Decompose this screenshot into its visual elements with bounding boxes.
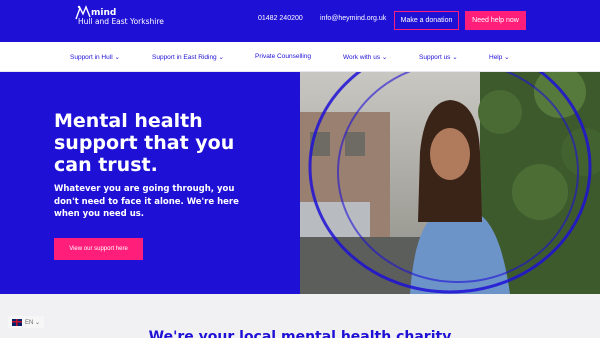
hero-panel: Mental health support that you can trust… <box>0 72 300 294</box>
hero-text: Whatever you are going through, you don'… <box>54 184 239 219</box>
email-link[interactable]: info@heymind.org.uk <box>320 15 386 22</box>
language-selector[interactable]: EN ⌄ <box>8 316 45 328</box>
language-label: EN ⌄ <box>25 319 41 326</box>
nav-support-us[interactable]: Support us ⌄ <box>419 53 458 61</box>
logo-subtitle: Hull and East Yorkshire <box>78 17 164 26</box>
nav-work-with-us[interactable]: Work with us ⌄ <box>343 53 387 61</box>
hero-photo <box>300 72 600 294</box>
view-support-button[interactable]: View our support here <box>54 238 143 260</box>
nav-private-counselling[interactable]: Private Counselling <box>255 53 311 60</box>
intro-heading: We're your local mental health charity <box>148 329 452 338</box>
uk-flag-icon <box>12 318 22 326</box>
top-header: mind Hull and East Yorkshire 01482 24020… <box>0 0 600 42</box>
nav-support-hull[interactable]: Support in Hull ⌄ <box>70 53 120 61</box>
donate-button[interactable]: Make a donation <box>394 11 459 30</box>
nav-help[interactable]: Help ⌄ <box>489 53 510 61</box>
hero-photo-illustration <box>300 72 600 294</box>
need-help-button[interactable]: Need help now <box>465 11 526 30</box>
phone-link[interactable]: 01482 240200 <box>258 15 303 22</box>
hero-title: Mental health support that you can trust… <box>54 110 235 176</box>
main-nav: Support in Hull ⌄ Support in East Riding… <box>0 42 600 72</box>
nav-support-east-riding[interactable]: Support in East Riding ⌄ <box>152 53 224 61</box>
